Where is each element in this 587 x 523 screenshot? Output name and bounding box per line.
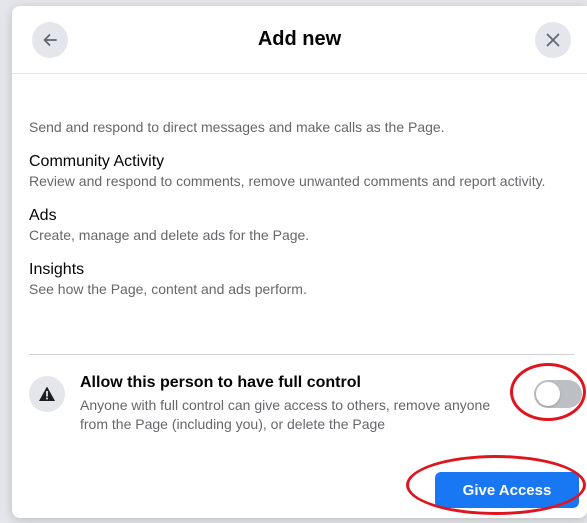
permission-community-activity: Community Activity Review and respond to… (29, 151, 574, 191)
close-button[interactable] (535, 22, 571, 58)
warning-badge (29, 376, 65, 412)
full-control-toggle[interactable] (534, 380, 582, 408)
full-control-title: Allow this person to have full control (80, 374, 361, 391)
permission-title: Insights (29, 261, 85, 278)
add-new-dialog: Add new Send and respond to direct messa… (12, 6, 587, 518)
messages-description: Send and respond to direct messages and … (29, 119, 445, 135)
permission-title: Community Activity (29, 153, 165, 170)
permission-description: Create, manage and delete ads for the Pa… (29, 227, 310, 243)
full-control-row: Allow this person to have full control A… (29, 372, 582, 442)
permission-insights: Insights See how the Page, content and a… (29, 259, 574, 299)
full-control-description: Anyone with full control can give access… (80, 397, 491, 432)
permission-description: See how the Page, content and ads perfor… (29, 281, 307, 297)
permission-title: Ads (29, 207, 57, 224)
toggle-knob (536, 382, 560, 406)
close-icon (546, 33, 560, 47)
give-access-button[interactable]: Give Access (435, 472, 579, 508)
permissions-list: Send and respond to direct messages and … (29, 118, 574, 299)
dialog-title: Add new (257, 28, 342, 50)
section-divider (29, 354, 574, 355)
warning-icon (39, 386, 55, 401)
permission-ads: Ads Create, manage and delete ads for th… (29, 205, 574, 245)
dialog-header: Add new (12, 6, 587, 74)
permission-description: Review and respond to comments, remove u… (29, 173, 546, 189)
full-control-text: Allow this person to have full control A… (80, 372, 500, 434)
